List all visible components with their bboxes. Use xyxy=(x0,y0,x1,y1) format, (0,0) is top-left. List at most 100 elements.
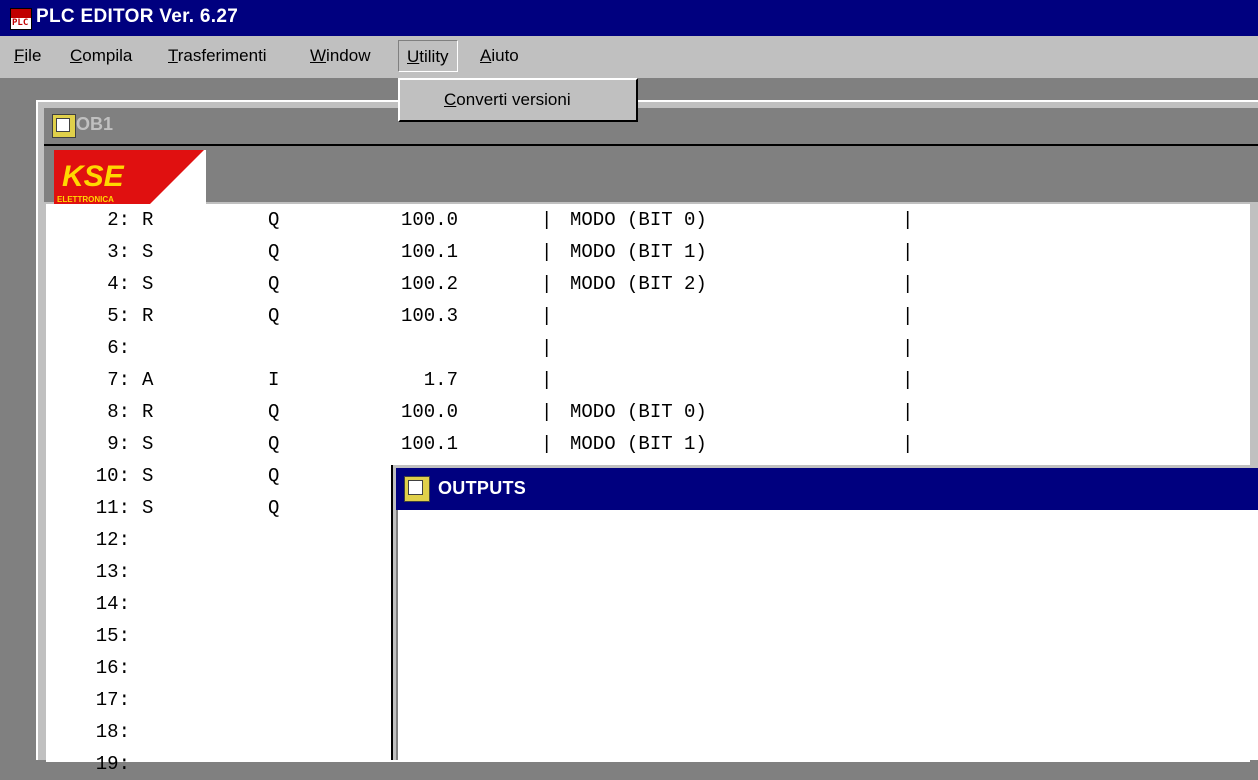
line-operand-area: Q xyxy=(268,305,280,327)
line-address: 100.1 xyxy=(400,433,458,455)
line-comment-separator: | xyxy=(541,369,553,391)
outputs-window[interactable]: OUTPUTS xyxy=(393,465,1258,760)
plc-icon-band xyxy=(11,9,31,18)
menu-file-label: ile xyxy=(24,46,42,65)
app-titlebar[interactable]: PLC PLC EDITOR Ver. 6.27 xyxy=(0,0,1258,36)
line-comment-separator: | xyxy=(541,305,553,327)
line-comment-separator: | xyxy=(541,209,553,231)
line-comment: MODO (BIT 0) xyxy=(570,401,707,423)
line-number: 2: xyxy=(107,209,130,231)
line-number: 16: xyxy=(95,657,130,679)
line-end-separator: | xyxy=(902,369,914,391)
line-operand-area: Q xyxy=(268,497,280,519)
line-comment-separator: | xyxy=(541,433,553,455)
line-operand-area: Q xyxy=(268,465,280,487)
line-address: 1.7 xyxy=(423,369,458,391)
menu-bar: File Compila Trasferimenti Window Utilit… xyxy=(0,36,1258,78)
program-line[interactable]: 4: S Q 100.2 | MODO (BIT 2) | xyxy=(46,268,1250,300)
plc-app-icon[interactable]: PLC xyxy=(10,8,32,30)
line-comment-separator: | xyxy=(541,401,553,423)
line-end-separator: | xyxy=(902,273,914,295)
menu-option-converti-versioni[interactable]: Converti versioni xyxy=(404,85,632,115)
program-line[interactable]: 9: S Q 100.1 | MODO (BIT 1) | xyxy=(46,428,1250,460)
ob1-title: OB1 xyxy=(76,114,114,134)
line-number: 4: xyxy=(107,273,130,295)
line-end-separator: | xyxy=(902,337,914,359)
line-instruction: S xyxy=(142,465,154,487)
program-line[interactable]: 8: R Q 100.0 | MODO (BIT 0) | xyxy=(46,396,1250,428)
menu-aiuto-label: iuto xyxy=(491,46,519,65)
line-operand-area: Q xyxy=(268,401,280,423)
line-number: 19: xyxy=(95,753,130,775)
line-operand-area: Q xyxy=(268,433,280,455)
line-end-separator: | xyxy=(902,305,914,327)
program-line[interactable]: 5: R Q 100.3 | | xyxy=(46,300,1250,332)
line-end-separator: | xyxy=(902,401,914,423)
line-address: 100.0 xyxy=(400,401,458,423)
converti-versioni-label: onverti versioni xyxy=(456,90,571,109)
line-number: 9: xyxy=(107,433,130,455)
line-number: 12: xyxy=(95,529,130,551)
line-operand-area: Q xyxy=(268,241,280,263)
logo-bar: KSE ELETTRONICA xyxy=(44,144,1258,204)
app-title: PLC EDITOR Ver. 6.27 xyxy=(36,6,239,27)
line-comment: MODO (BIT 1) xyxy=(570,433,707,455)
line-instruction: R xyxy=(142,209,154,231)
menu-trasferimenti[interactable]: Trasferimenti xyxy=(160,40,275,72)
line-comment-separator: | xyxy=(541,337,553,359)
outputs-icon-sheet xyxy=(408,480,423,495)
line-instruction: S xyxy=(142,241,154,263)
line-number: 8: xyxy=(107,401,130,423)
line-comment: MODO (BIT 1) xyxy=(570,241,707,263)
outputs-titlebar[interactable]: OUTPUTS xyxy=(396,468,1258,510)
line-comment: MODO (BIT 2) xyxy=(570,273,707,295)
line-number: 17: xyxy=(95,689,130,711)
line-operand-area: Q xyxy=(268,209,280,231)
program-block-icon-sheet xyxy=(56,118,70,132)
line-comment-separator: | xyxy=(541,273,553,295)
kse-logo-graphic: KSE ELETTRONICA xyxy=(54,150,206,204)
program-block-icon[interactable] xyxy=(52,114,76,138)
line-address: 100.1 xyxy=(400,241,458,263)
program-line[interactable]: 2: R Q 100.0 | MODO (BIT 0) | xyxy=(46,204,1250,236)
line-number: 3: xyxy=(107,241,130,263)
line-number: 7: xyxy=(107,369,130,391)
line-number: 18: xyxy=(95,721,130,743)
line-end-separator: | xyxy=(902,241,914,263)
line-number: 14: xyxy=(95,593,130,615)
line-instruction: S xyxy=(142,433,154,455)
menu-file[interactable]: File xyxy=(6,40,49,72)
outputs-title: OUTPUTS xyxy=(438,478,527,498)
program-line[interactable]: 3: S Q 100.1 | MODO (BIT 1) | xyxy=(46,236,1250,268)
line-comment-separator: | xyxy=(541,241,553,263)
menu-utility-label: tility xyxy=(419,47,449,66)
utility-dropdown: Converti versioni xyxy=(398,78,638,122)
line-instruction: A xyxy=(142,369,154,391)
line-address: 100.0 xyxy=(400,209,458,231)
outputs-window-icon[interactable] xyxy=(404,476,430,502)
ob1-titlebar[interactable]: OB1 xyxy=(44,108,1258,144)
line-number: 5: xyxy=(107,305,130,327)
line-number: 11: xyxy=(95,497,130,519)
menu-window[interactable]: Window xyxy=(302,40,378,72)
menu-trasferimenti-label: rasferimenti xyxy=(177,46,267,65)
line-operand-area: I xyxy=(268,369,280,391)
menu-utility[interactable]: Utility xyxy=(398,40,458,72)
kse-logo: KSE ELETTRONICA xyxy=(54,150,206,204)
line-instruction: S xyxy=(142,273,154,295)
line-number: 6: xyxy=(107,337,130,359)
outputs-body[interactable] xyxy=(396,510,1258,760)
program-line[interactable]: 7: A I 1.7 | | xyxy=(46,364,1250,396)
line-operand-area: Q xyxy=(268,273,280,295)
line-end-separator: | xyxy=(902,433,914,455)
menu-window-label: indow xyxy=(326,46,371,65)
line-address: 100.2 xyxy=(400,273,458,295)
line-instruction: R xyxy=(142,305,154,327)
menu-compila[interactable]: Compila xyxy=(62,40,140,72)
program-line[interactable]: 6: | | xyxy=(46,332,1250,364)
line-address: 100.3 xyxy=(400,305,458,327)
line-end-separator: | xyxy=(902,209,914,231)
line-instruction: R xyxy=(142,401,154,423)
menu-aiuto[interactable]: Aiuto xyxy=(472,40,527,72)
line-number: 15: xyxy=(95,625,130,647)
